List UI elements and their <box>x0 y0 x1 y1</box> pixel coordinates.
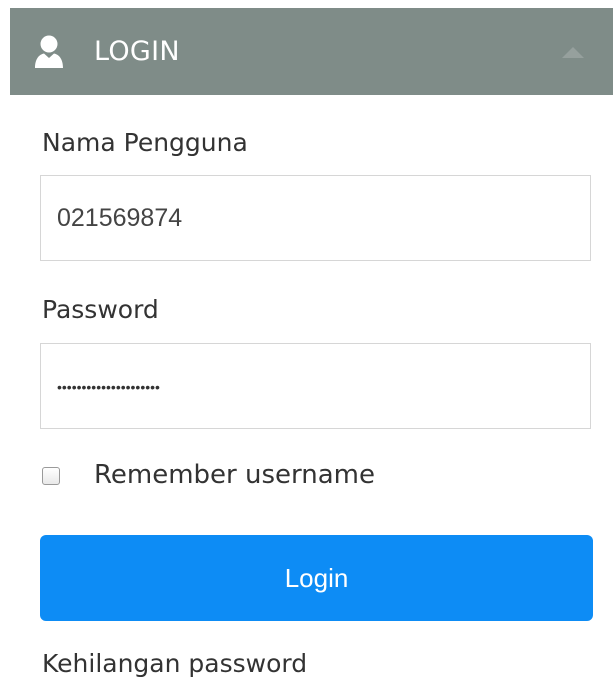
chevron-up-icon[interactable] <box>560 44 586 60</box>
username-label: Nama Pengguna <box>42 128 248 157</box>
forgot-password-link[interactable]: Kehilangan password <box>42 649 307 678</box>
remember-checkbox[interactable] <box>42 467 60 485</box>
password-input[interactable]: ••••••••••••••••••••• <box>40 343 591 429</box>
login-button[interactable]: Login <box>40 535 593 621</box>
remember-label[interactable]: Remember username <box>94 460 375 490</box>
user-icon <box>35 35 63 68</box>
password-label: Password <box>42 295 159 324</box>
panel-header[interactable]: LOGIN <box>10 8 613 95</box>
panel-title: LOGIN <box>94 36 180 67</box>
login-panel: LOGIN Nama Pengguna Password •••••••••••… <box>10 8 613 693</box>
username-input[interactable] <box>40 175 591 261</box>
